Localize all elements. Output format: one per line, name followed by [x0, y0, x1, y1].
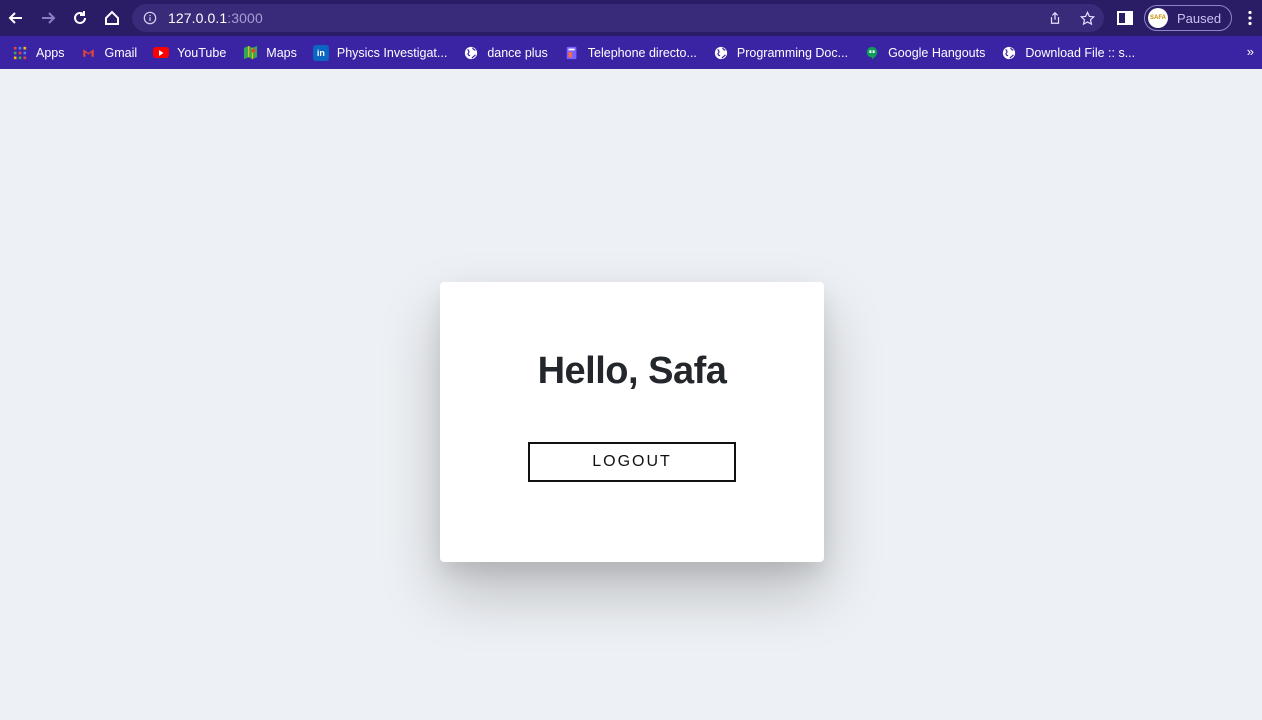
- bookmark-label: Gmail: [104, 45, 138, 60]
- bookmark-maps[interactable]: Maps: [236, 41, 303, 65]
- address-bar[interactable]: 127.0.0.1:3000: [132, 4, 1104, 32]
- welcome-card: Hello, Safa LOGOUT: [440, 282, 824, 562]
- globe-icon: [1001, 45, 1017, 61]
- bookmark-label: Download File :: s...: [1025, 45, 1136, 60]
- forward-button[interactable]: [32, 0, 64, 36]
- bookmark-gmail[interactable]: Gmail: [75, 41, 144, 65]
- bookmark-label: Apps: [36, 45, 65, 60]
- reload-button[interactable]: [64, 0, 96, 36]
- bookmark-youtube[interactable]: YouTube: [147, 41, 232, 65]
- bookmark-label: Telephone directo...: [587, 45, 697, 60]
- maps-icon: [242, 45, 258, 61]
- arrow-left-icon: [8, 12, 22, 24]
- apps-grid-icon: [12, 45, 28, 61]
- bookmark-star-icon[interactable]: [1078, 9, 1096, 27]
- url-host: 127.0.0.1: [168, 10, 228, 26]
- bookmark-label: Google Hangouts: [888, 45, 986, 60]
- avatar: SAFA: [1148, 8, 1168, 28]
- share-icon[interactable]: [1046, 9, 1064, 27]
- greeting-heading: Hello, Safa: [537, 350, 727, 392]
- url-text: 127.0.0.1:3000: [168, 10, 263, 26]
- linkedin-icon: in: [312, 44, 329, 61]
- home-icon: [105, 10, 119, 25]
- bookmark-dance-plus[interactable]: dance plus: [457, 41, 553, 65]
- arrow-right-icon: [42, 12, 56, 24]
- bookmark-download-file[interactable]: Download File :: s...: [995, 41, 1141, 65]
- bookmark-physics[interactable]: in Physics Investigat...: [307, 41, 453, 65]
- profile-button[interactable]: SAFA Paused: [1144, 5, 1232, 31]
- profile-status: Paused: [1177, 10, 1222, 26]
- youtube-icon: [153, 47, 170, 58]
- side-panel-icon[interactable]: [1116, 9, 1134, 27]
- hangouts-icon: [864, 45, 880, 61]
- directory-icon: [564, 45, 580, 61]
- bookmarks-overflow-icon[interactable]: »: [1247, 44, 1254, 59]
- home-button[interactable]: [96, 0, 128, 36]
- globe-icon: [713, 45, 729, 61]
- bookmark-hangouts[interactable]: Google Hangouts: [858, 41, 991, 65]
- reload-icon: [74, 11, 86, 24]
- bookmark-apps[interactable]: Apps: [6, 41, 71, 65]
- bookmark-label: Maps: [266, 45, 297, 60]
- bookmark-programming[interactable]: Programming Doc...: [707, 41, 854, 65]
- logout-button[interactable]: LOGOUT: [528, 442, 736, 482]
- bookmark-label: YouTube: [177, 45, 227, 60]
- back-button[interactable]: [0, 0, 32, 36]
- bookmark-label: Physics Investigat...: [336, 45, 448, 60]
- browser-toolbar: 127.0.0.1:3000 SAFA Paused: [0, 0, 1262, 36]
- bookmark-label: dance plus: [487, 45, 548, 60]
- bookmark-label: Programming Doc...: [736, 45, 849, 60]
- bookmark-telephone[interactable]: Telephone directo...: [558, 41, 703, 65]
- info-icon[interactable]: [142, 10, 158, 26]
- gmail-icon: [81, 45, 97, 61]
- url-port: :3000: [227, 10, 263, 26]
- bookmarks-bar: Apps Gmail YouTube Maps in Physics Inves…: [0, 36, 1262, 69]
- more-menu-icon[interactable]: [1241, 9, 1259, 27]
- globe-icon: [463, 45, 479, 61]
